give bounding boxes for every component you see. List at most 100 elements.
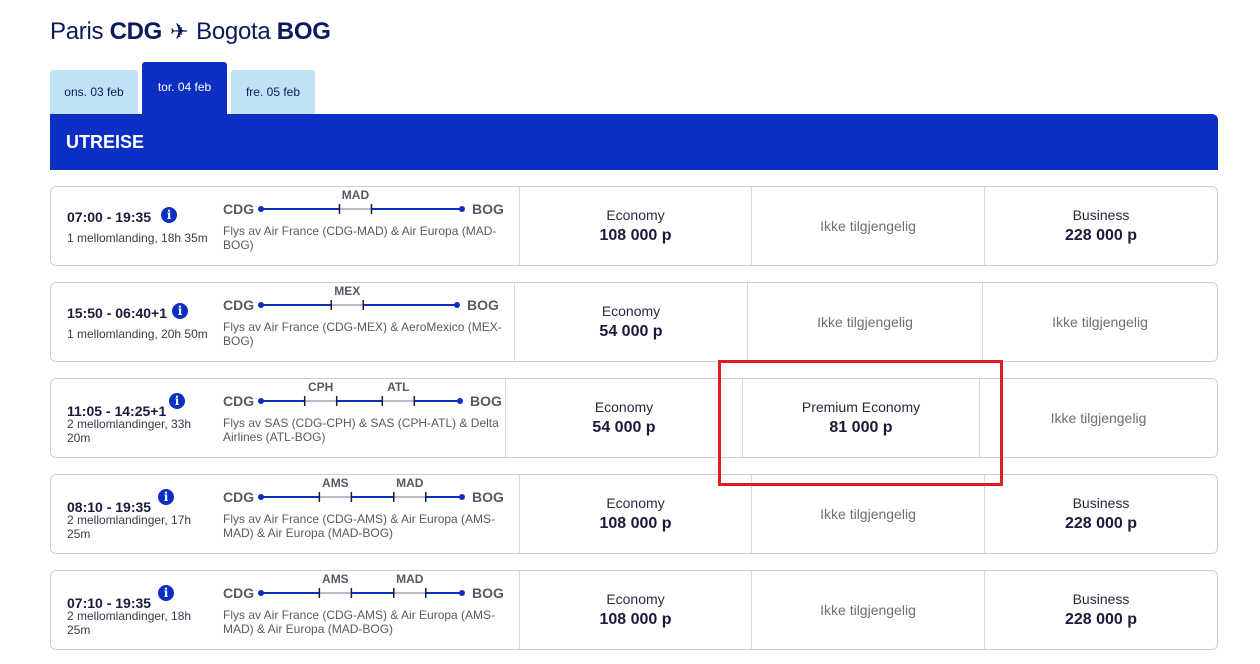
endpoint-dot — [454, 302, 460, 308]
destination-code: BOG — [472, 489, 504, 505]
fare-option[interactable]: Economy 108 000 p — [520, 571, 752, 649]
fare-option[interactable]: Business 228 000 p — [985, 475, 1217, 553]
layover-code: AMS — [322, 572, 349, 586]
fare-option[interactable]: Economy 108 000 p — [520, 187, 752, 265]
flight-info: 07:00 - 19:35 i 1 mellomlanding, 18h 35m CD… — [51, 187, 520, 265]
route-title: Paris CDG ✈ Bogota BOG — [50, 18, 331, 46]
origin-code: CDG — [109, 18, 163, 45]
flight-row[interactable]: 07:00 - 19:35 i 1 mellomlanding, 18h 35m CD… — [50, 186, 1218, 266]
fare-option[interactable]: Economy 54 000 p — [506, 379, 743, 457]
operating-carriers: Flys av Air France (CDG-AMS) & Air Europ… — [223, 512, 495, 540]
fare-unavailable: Ikke tilgjengelig — [1052, 314, 1148, 330]
layover-code: MAD — [341, 188, 370, 202]
carriers-line: Flys av SAS (CDG-CPH) & SAS (CPH-ATL) & … — [223, 416, 499, 430]
carriers-line: Airlines (ATL-BOG) — [223, 430, 326, 444]
flight-row[interactable]: 11:05 - 14:25+1 i 2 mellomlandinger, 33h 20… — [50, 378, 1218, 458]
layover-code: MAD — [396, 572, 424, 586]
endpoint-dot — [258, 590, 264, 596]
fare-option[interactable]: Business 228 000 p — [985, 571, 1217, 649]
fare-price: 108 000 p — [599, 227, 672, 244]
fare-price: 54 000 p — [592, 419, 656, 436]
layover-code: MAD — [396, 476, 424, 490]
origin-city: Paris — [50, 18, 104, 45]
stops-duration-line: 2 mellomlandinger, 17h — [67, 513, 192, 527]
fare-price: 228 000 p — [1064, 227, 1138, 244]
fare-class: Business — [1072, 591, 1130, 607]
destination-code: BOG — [472, 585, 504, 601]
fare-class: Economy — [606, 207, 665, 223]
operating-carriers: Flys av Air France (CDG-MEX) & AeroMexic… — [223, 320, 502, 348]
fare-class: Economy — [606, 591, 665, 607]
stops-duration-line: 20m — [67, 431, 91, 445]
fare-price: 108 000 p — [599, 515, 672, 532]
fare-option: Ikke tilgjengelig — [752, 571, 985, 649]
operating-carriers: Flys av Air France (CDG-AMS) & Air Europ… — [223, 608, 495, 636]
flight-info: 11:05 - 14:25+1 i 2 mellomlandinger, 33h 20… — [51, 379, 506, 457]
flight-row[interactable]: 15:50 - 06:40+1 i 1 mellomlanding, 20h 50m… — [50, 282, 1218, 362]
stops-duration-line: 2 mellomlandinger, 33h — [67, 417, 192, 431]
carriers-line: Flys av Air France (CDG-MAD) & Air Europ… — [223, 224, 497, 238]
endpoint-dot — [459, 494, 465, 500]
fare-option: Ikke tilgjengelig — [752, 475, 985, 553]
fare-price: 81 000 p — [829, 419, 893, 436]
flight-row[interactable]: 07:10 - 19:35 i 2 mellomlandinger, 18h 25m C… — [50, 570, 1218, 650]
carriers-line: Flys av Air France (CDG-MEX) & AeroMexic… — [223, 320, 502, 334]
fare-class: Economy — [601, 303, 661, 319]
endpoint-dot — [258, 302, 264, 308]
fare-price: 228 000 p — [1064, 515, 1138, 532]
endpoint-dot — [258, 494, 264, 500]
flight-info: 15:50 - 06:40+1 i 1 mellomlanding, 20h 50m… — [51, 283, 515, 361]
endpoint-dot — [459, 206, 465, 212]
carriers-line: MAD) & Air Europa (MAD-BOG) — [223, 526, 394, 540]
fare-class: Business — [1072, 207, 1130, 223]
stops-duration: 1 mellomlanding, 18h 35m — [67, 231, 208, 245]
fare-option: Ikke tilgjengelig — [752, 187, 985, 265]
fare-unavailable: Ikke tilgjengelig — [820, 506, 916, 522]
fare-option[interactable]: Business 228 000 p — [985, 187, 1217, 265]
stops-duration: 2 mellomlandinger, 17h 25m — [67, 513, 191, 541]
destination-code: BOG — [467, 297, 499, 313]
fare-option[interactable]: Premium Economy 81 000 p — [743, 379, 980, 457]
stops-duration-line: 25m — [67, 623, 91, 637]
fare-price: 108 000 p — [599, 611, 672, 628]
endpoint-dot — [258, 206, 264, 212]
plane-icon: ✈ — [170, 19, 189, 44]
fare-option: Ikke tilgjengelig — [748, 283, 983, 361]
flight-info: 08:10 - 19:35 i 2 mellomlandinger, 17h 25m C… — [51, 475, 520, 553]
carriers-line: MAD) & Air Europa (MAD-BOG) — [223, 622, 394, 636]
fare-option[interactable]: Economy 108 000 p — [520, 475, 752, 553]
layover-code: MEX — [334, 284, 361, 298]
destination-code: BOG — [470, 393, 502, 409]
fare-class: Economy — [594, 399, 654, 415]
route-line — [258, 204, 465, 214]
flight-row[interactable]: 08:10 - 19:35 i 2 mellomlandinger, 17h 25m C… — [50, 474, 1218, 554]
stops-duration-line: 25m — [67, 527, 91, 541]
tab-date-04-feb[interactable]: tor. 04 feb — [142, 62, 227, 114]
date-tabs: ons. 03 feb tor. 04 feb fre. 05 feb — [50, 62, 315, 114]
section-title: UTREISE — [66, 131, 145, 152]
layover-code: ATL — [387, 380, 410, 394]
tab-date-05-feb[interactable]: fre. 05 feb — [231, 70, 315, 114]
stops-duration: 2 mellomlandinger, 18h 25m — [67, 609, 191, 637]
endpoint-dot — [258, 398, 264, 404]
fare-option[interactable]: Economy 54 000 p — [515, 283, 748, 361]
endpoint-dot — [457, 398, 463, 404]
layover-code: AMS — [322, 476, 349, 490]
carriers-line: Flys av Air France (CDG-AMS) & Air Europ… — [223, 608, 496, 622]
stops-duration: 2 mellomlandinger, 33h 20m — [67, 417, 191, 445]
fare-option: Ikke tilgjengelig — [980, 379, 1217, 457]
fare-class: Premium Economy — [801, 399, 921, 415]
fare-unavailable: Ikke tilgjengelig — [820, 218, 916, 234]
fare-unavailable: Ikke tilgjengelig — [817, 314, 913, 330]
stops-duration-line: 1 mellomlanding, 18h 35m — [67, 231, 208, 245]
fare-unavailable: Ikke tilgjengelig — [1050, 410, 1147, 426]
section-header-outbound: UTREISE — [50, 114, 1218, 170]
stops-duration-line: 1 mellomlanding, 20h 50m — [67, 327, 208, 341]
tab-date-03-feb[interactable]: ons. 03 feb — [50, 70, 138, 114]
fare-class: Business — [1072, 495, 1130, 511]
fare-class: Economy — [606, 495, 665, 511]
destination-code: BOG — [276, 18, 331, 45]
flight-info: 07:10 - 19:35 i 2 mellomlandinger, 18h 25m C… — [51, 571, 520, 649]
fare-price: 54 000 p — [599, 323, 663, 340]
endpoint-dot — [459, 590, 465, 596]
